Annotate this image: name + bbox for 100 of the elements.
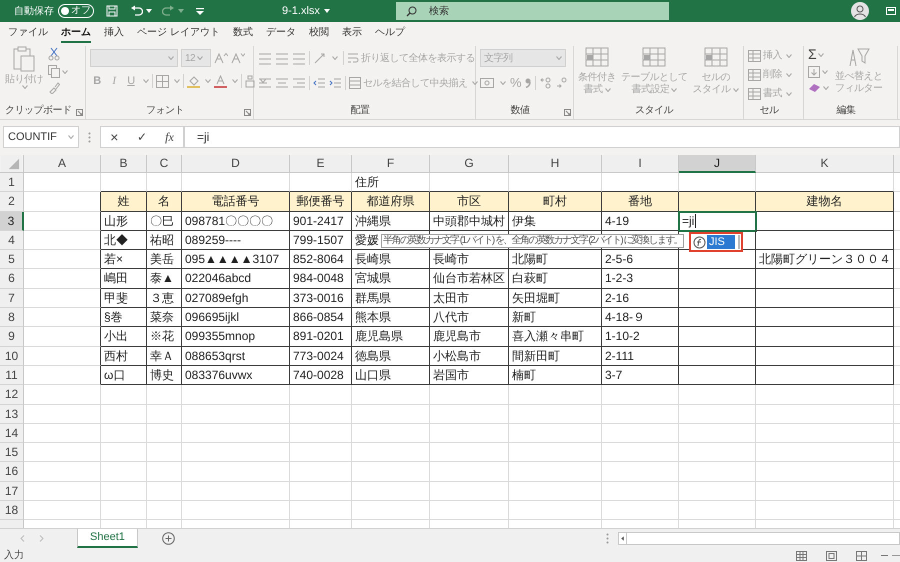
table-cell: 3-7 xyxy=(602,366,679,386)
column-header[interactable]: J xyxy=(679,155,756,173)
delete-cells-icon xyxy=(748,68,761,80)
table-cell: 岩国市 xyxy=(430,366,509,386)
page-break-icon[interactable] xyxy=(856,550,867,560)
add-sheet-icon[interactable] xyxy=(162,532,175,545)
row-header[interactable]: 16 xyxy=(0,462,24,482)
table-cell: 博史 xyxy=(147,366,182,386)
row-header[interactable]: 4 xyxy=(0,230,24,250)
customize-icon[interactable] xyxy=(196,8,204,14)
row-header[interactable]: 18 xyxy=(0,501,24,520)
empty-cell xyxy=(290,501,352,520)
caret-icon xyxy=(500,81,506,85)
row-header[interactable]: 2 xyxy=(0,192,24,212)
table-cell: 新町 xyxy=(509,308,602,328)
column-header[interactable]: G xyxy=(430,155,509,173)
column-header[interactable]: I xyxy=(602,155,679,173)
ribbon-display-icon[interactable] xyxy=(886,7,896,15)
autocomplete-item[interactable]: JIS xyxy=(707,235,735,249)
table-cell: 若× xyxy=(101,250,147,270)
column-header[interactable]: K xyxy=(756,155,894,173)
sheet-tab[interactable]: Sheet1 xyxy=(77,529,138,548)
table-cell: 嶋田 xyxy=(101,269,147,289)
row-header[interactable]: 3 xyxy=(0,212,24,231)
cell-editor[interactable]: =ji xyxy=(679,212,756,231)
caret-icon xyxy=(822,70,828,74)
name-box[interactable]: COUNTIF xyxy=(3,126,79,148)
cancel-button[interactable]: × xyxy=(110,126,118,148)
select-all-icon[interactable] xyxy=(0,155,24,173)
table-cell: 901-2417 xyxy=(290,212,352,231)
insert-function-button[interactable]: fx xyxy=(165,128,174,146)
row-header[interactable]: 1 xyxy=(0,173,24,192)
autosave-toggle[interactable]: オフ xyxy=(58,4,94,18)
zoom-slider-icon[interactable] xyxy=(892,554,900,557)
ribbon-tab[interactable]: 挿入 xyxy=(104,24,124,43)
column-header[interactable]: B xyxy=(101,155,147,173)
row-header[interactable]: 17 xyxy=(0,482,24,502)
column-header[interactable]: F xyxy=(352,155,430,173)
column-header[interactable]: E xyxy=(290,155,352,173)
enter-button[interactable]: ✓ xyxy=(136,128,147,146)
format-table-icon xyxy=(642,47,666,69)
column-header[interactable]: A xyxy=(24,155,101,173)
table-cell: 小松島市 xyxy=(430,346,509,366)
avatar-icon[interactable] xyxy=(851,2,869,20)
table-cell: 山口県 xyxy=(352,366,430,386)
ribbon-tab[interactable]: データ xyxy=(266,24,296,43)
ribbon-tab[interactable]: ファイル xyxy=(8,24,48,43)
row-header[interactable]: 9 xyxy=(0,327,24,347)
table-cell: 喜入瀬々串町 xyxy=(509,327,602,347)
scroll-left-icon[interactable] xyxy=(619,533,627,544)
file-name[interactable]: 9-1.xlsx xyxy=(282,2,320,20)
table-cell: 2-5-6 xyxy=(602,250,679,270)
row-header[interactable]: 11 xyxy=(0,366,24,386)
formula-field[interactable]: =ji xyxy=(184,126,900,148)
ribbon-tab[interactable]: ヘルプ xyxy=(374,24,405,43)
table-cell: 仙台市若林区 xyxy=(430,269,509,289)
table-header-cell: 番地 xyxy=(602,192,679,212)
horizontal-scrollbar[interactable] xyxy=(618,532,900,545)
table-cell: 098781〇〇〇〇 xyxy=(182,212,290,231)
ribbon-group-label: 編集 xyxy=(836,104,856,118)
row-header[interactable]: 8 xyxy=(0,308,24,328)
column-header[interactable]: D xyxy=(182,155,290,173)
column-header[interactable]: H xyxy=(509,155,602,173)
table-cell: 西村 xyxy=(101,346,147,366)
ribbon-tab[interactable]: ページ レイアウト xyxy=(137,24,220,43)
caret-icon xyxy=(818,52,824,56)
row-header[interactable]: 6 xyxy=(0,269,24,289)
search-field[interactable]: 検索 xyxy=(396,2,669,20)
table-cell: 891-0201 xyxy=(290,327,352,347)
row-header[interactable]: 12 xyxy=(0,385,24,405)
table-cell: ※花 xyxy=(147,327,182,347)
table-cell: 太田市 xyxy=(430,288,509,308)
caret-icon xyxy=(174,79,180,84)
sort-filter-icon xyxy=(848,46,870,68)
empty-cell xyxy=(101,424,147,444)
ribbon-tab[interactable]: 校閲 xyxy=(308,24,329,43)
page-layout-icon[interactable] xyxy=(826,550,837,560)
row-header[interactable]: 7 xyxy=(0,288,24,308)
empty-cell xyxy=(101,404,147,424)
normal-view-icon[interactable] xyxy=(796,550,807,560)
row-header[interactable]: 5 xyxy=(0,250,24,270)
row-header[interactable]: 10 xyxy=(0,346,24,366)
undo-icon[interactable] xyxy=(130,5,143,17)
clipboard-icon xyxy=(13,46,35,72)
table-cell: 楠町 xyxy=(509,366,602,386)
save-icon[interactable] xyxy=(106,5,118,17)
scroll-right-icon[interactable] xyxy=(39,535,44,542)
row-header[interactable]: 14 xyxy=(0,424,24,444)
ribbon-tab[interactable]: 表示 xyxy=(342,24,362,43)
caret-icon xyxy=(556,56,562,60)
table-cell: 徳島県 xyxy=(352,346,430,366)
row-header[interactable]: 13 xyxy=(0,404,24,424)
table-cell: 白萩町 xyxy=(509,269,602,289)
table-cell: 泰▲ xyxy=(147,269,182,289)
column-header[interactable]: C xyxy=(147,155,182,173)
ribbon-tab[interactable]: 数式 xyxy=(232,24,253,43)
merge-cells-icon xyxy=(349,77,361,89)
zoom-out-icon[interactable] xyxy=(881,554,888,557)
empty-cell xyxy=(290,462,352,482)
row-header[interactable]: 15 xyxy=(0,443,24,462)
